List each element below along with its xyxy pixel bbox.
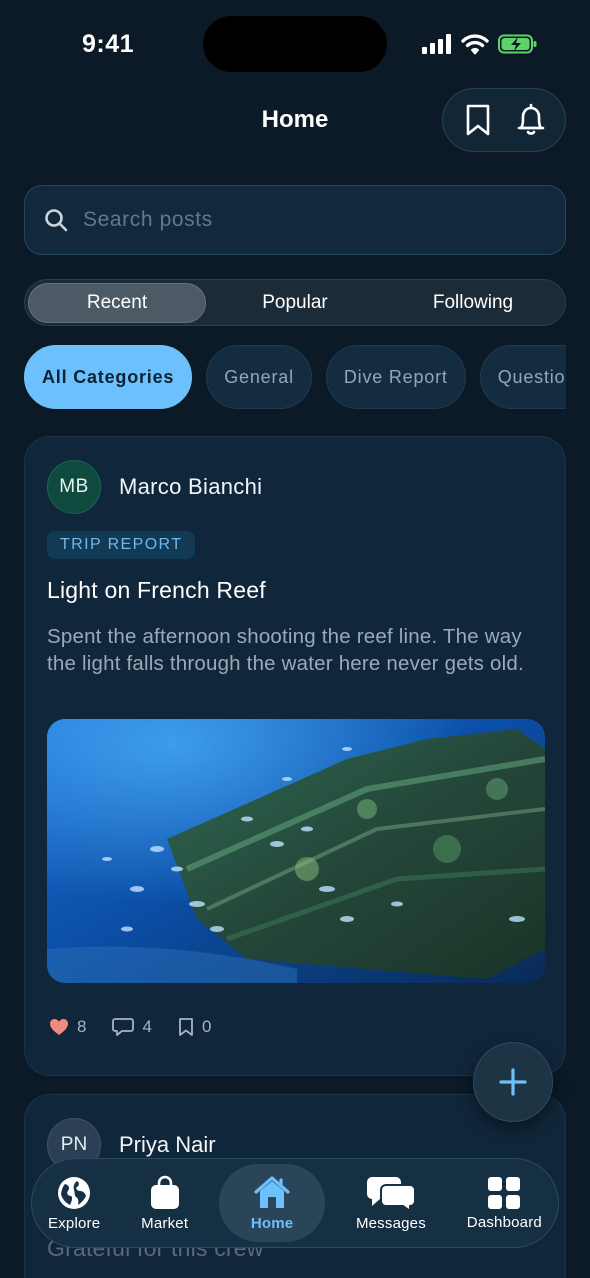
segment-recent[interactable]: Recent <box>28 282 206 323</box>
post-author[interactable]: Marco Bianchi <box>119 474 262 500</box>
header-actions <box>442 88 566 152</box>
new-post-button[interactable] <box>473 1042 553 1122</box>
post-body: Spent the afternoon shooting the reef li… <box>47 625 524 675</box>
feed-segmented-control: Recent Popular Following <box>24 279 566 326</box>
tab-home[interactable]: Home <box>219 1164 326 1242</box>
like-button[interactable]: 8 <box>49 1017 86 1037</box>
post-title: Light on French Reef <box>47 577 266 603</box>
category-chips: All Categories General Dive Report Quest… <box>24 345 566 411</box>
comment-count: 4 <box>142 1017 152 1036</box>
search-icon <box>45 209 68 232</box>
bag-icon <box>150 1175 179 1209</box>
comment-button[interactable]: 4 <box>112 1017 152 1037</box>
wifi-icon <box>461 34 489 55</box>
globe-icon <box>58 1176 91 1209</box>
tab-market[interactable]: Market <box>131 1164 198 1242</box>
heart-icon <box>50 1019 68 1035</box>
chip-all-categories[interactable]: All Categories <box>24 345 193 409</box>
tab-dashboard[interactable]: Dashboard <box>457 1164 552 1242</box>
bookmarks-button[interactable] <box>456 98 500 142</box>
chip-question[interactable]: Question <box>479 345 566 409</box>
notifications-button[interactable] <box>509 98 553 142</box>
bell-icon <box>517 103 544 135</box>
bookmark-icon <box>466 104 489 136</box>
bookmark-icon <box>179 1018 193 1036</box>
grid-icon <box>488 1176 521 1209</box>
reef-photo <box>47 719 545 983</box>
tab-label: Home <box>250 1214 294 1232</box>
chip-dive-report[interactable]: Dive Report <box>325 345 466 409</box>
status-icons <box>422 33 538 55</box>
search-input[interactable] <box>83 208 523 232</box>
comment-icon <box>112 1018 135 1036</box>
tab-messages[interactable]: Messages <box>346 1164 436 1242</box>
like-count: 8 <box>77 1017 87 1036</box>
home-icon <box>254 1175 290 1208</box>
segment-following[interactable]: Following <box>384 283 562 323</box>
status-time: 9:41 <box>82 30 135 58</box>
chip-general[interactable]: General <box>206 345 312 409</box>
battery-icon <box>498 34 537 54</box>
tab-label: Dashboard <box>466 1213 542 1231</box>
save-count: 0 <box>201 1017 212 1036</box>
plus-icon <box>499 1068 527 1096</box>
post-author[interactable]: Priya Nair <box>119 1132 216 1158</box>
search-bar[interactable] <box>24 185 566 255</box>
tab-label: Market <box>141 1214 189 1232</box>
dynamic-island <box>203 16 387 72</box>
tab-label: Explore <box>48 1214 101 1232</box>
post-stats: 8 4 0 <box>49 1017 211 1037</box>
tab-label: Messages <box>355 1214 426 1232</box>
segment-popular[interactable]: Popular <box>206 283 384 323</box>
tab-explore[interactable]: Explore <box>38 1164 110 1242</box>
bottom-tab-bar: Explore Market Home Messages Dashboard <box>31 1158 559 1248</box>
avatar[interactable]: MB <box>47 460 101 514</box>
post-card[interactable]: MB Marco Bianchi TRIP REPORT Light on Fr… <box>24 436 566 1076</box>
post-image[interactable] <box>47 719 545 983</box>
post-category-tag: TRIP REPORT <box>47 531 196 559</box>
signal-icon <box>422 34 451 54</box>
status-bar: 9:41 <box>0 0 590 90</box>
messages-icon <box>366 1176 416 1211</box>
save-button[interactable]: 0 <box>178 1017 211 1037</box>
